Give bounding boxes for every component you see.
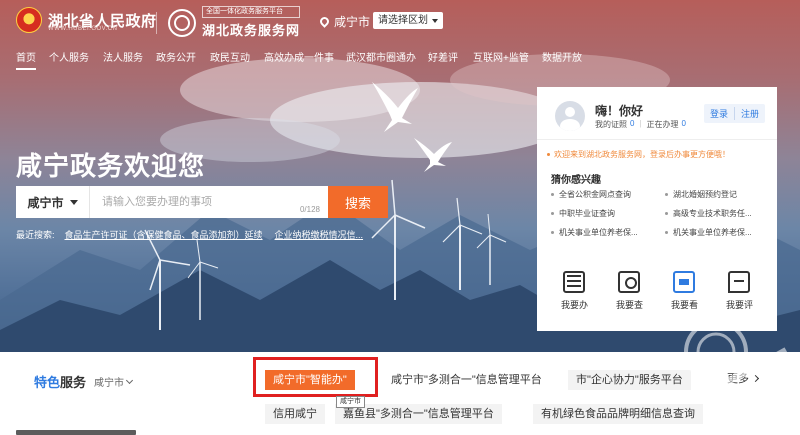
nav-supervision[interactable]: 互联网+监管 xyxy=(473,50,529,68)
quick-action-do[interactable]: 我要办 xyxy=(561,271,588,311)
services-title: 特色服务 xyxy=(34,372,86,391)
mobile-screen-icon xyxy=(673,271,696,293)
caret-down-icon xyxy=(69,199,78,205)
document-search-icon xyxy=(618,271,641,293)
interest-item[interactable]: 机关事业单位养老保... xyxy=(551,227,657,238)
service-multi-survey[interactable]: 咸宁市"多测合一"信息管理平台 xyxy=(383,370,550,390)
quick-action-see[interactable]: 我要看 xyxy=(671,271,698,311)
search-box: 0/128 xyxy=(90,186,328,218)
building-icon xyxy=(563,271,586,293)
nav-legal-person[interactable]: 法人服务 xyxy=(103,50,143,68)
nav-rating[interactable]: 好差评 xyxy=(428,50,458,68)
service-enterprise[interactable]: 市"企心协力"服务平台 xyxy=(568,370,691,390)
portal-title: 湖北政务服务网 xyxy=(202,23,301,38)
location-text: 咸宁市 xyxy=(334,15,371,29)
quick-action-label: 我要办 xyxy=(560,300,588,310)
quick-action-rate[interactable]: 我要评 xyxy=(726,271,753,311)
nav-gov-affairs[interactable]: 政务公开 xyxy=(156,50,196,68)
interest-item[interactable]: 全省公积金网点查询 xyxy=(551,189,657,200)
search-char-count: 0/128 xyxy=(299,205,320,214)
comment-icon xyxy=(728,271,751,293)
auth-buttons: 登录 注册 xyxy=(704,104,766,123)
nav-personal[interactable]: 个人服务 xyxy=(49,50,89,68)
portal-ring-icon xyxy=(168,8,196,37)
portal-logo[interactable]: 全国一体化政务服务平台 湖北政务服务网 xyxy=(168,6,301,39)
service-credit[interactable]: 信用咸宁 xyxy=(265,404,325,424)
services-city-label: 咸宁市 xyxy=(94,378,124,389)
quick-action-check[interactable]: 我要查 xyxy=(616,271,643,311)
nav-wuhan-circle[interactable]: 武汉都市圈通办 xyxy=(346,50,416,68)
avatar[interactable] xyxy=(555,101,585,131)
quick-action-label: 我要查 xyxy=(615,300,643,310)
search-city-label: 咸宁市 xyxy=(27,195,64,210)
national-emblem-icon xyxy=(16,7,42,33)
doing-count: 0 xyxy=(681,119,686,128)
interest-item[interactable]: 机关事业单位养老保... xyxy=(665,227,771,238)
doing-label[interactable]: 正在办理 xyxy=(647,119,679,130)
search-bar: 咸宁市 0/128 搜索 xyxy=(16,186,388,218)
top-bar: 湖北省人民政府 WWW.HUBEI.GOV.CN 全国一体化政务服务平台 湖北政… xyxy=(0,0,800,44)
logo-divider xyxy=(156,12,157,34)
services-title-a: 特色 xyxy=(34,375,61,390)
current-location: 咸宁市 xyxy=(318,13,371,30)
search-city-select[interactable]: 咸宁市 xyxy=(16,186,90,218)
services-title-b: 服务 xyxy=(60,375,87,390)
region-select-label: 请选择区划 xyxy=(378,15,428,26)
interest-title: 猜你感兴趣 xyxy=(551,175,601,186)
panel-divider xyxy=(537,139,777,140)
interest-item[interactable]: 中职毕业证查询 xyxy=(551,208,657,219)
notice-text: 欢迎来到湖北政务服务网，登录后办事更方便哦！ xyxy=(554,150,730,159)
search-button[interactable]: 搜索 xyxy=(328,186,388,218)
chevron-down-icon xyxy=(125,376,134,384)
login-notice: 欢迎来到湖北政务服务网，登录后办事更方便哦！ xyxy=(547,149,730,160)
hover-tooltip: 咸宁市 xyxy=(336,396,365,408)
recent-label: 最近搜索: xyxy=(16,230,55,240)
cert-count: 0 xyxy=(630,119,635,128)
recent-link[interactable]: 企业纳税缴税情况信... xyxy=(275,228,364,241)
user-stats: 我的证照 0 | 正在办理 0 xyxy=(595,119,686,130)
interest-item[interactable]: 高级专业技术职务任... xyxy=(665,208,771,219)
watermark-icon xyxy=(684,320,788,417)
portal-subtitle: 全国一体化政务服务平台 xyxy=(202,6,301,18)
region-select[interactable]: 请选择区划 xyxy=(373,12,443,29)
recent-link[interactable]: 食品生产许可证（含保健食品、食品添加剂）延续 xyxy=(65,228,263,241)
nav-interaction[interactable]: 政民互动 xyxy=(210,50,250,68)
cert-label[interactable]: 我的证照 xyxy=(595,119,627,130)
search-input[interactable] xyxy=(90,186,328,218)
interest-list: 全省公积金网点查询 湖北婚姻预约登记 中职毕业证查询 高级专业技术职务任... … xyxy=(551,189,771,238)
recent-searches: 最近搜索: 食品生产许可证（含保健食品、食品添加剂）延续 企业纳税缴税情况信..… xyxy=(16,228,375,241)
main-nav: 首页 个人服务 法人服务 政务公开 政民互动 高效办成一件事 武汉都市圈通办 好… xyxy=(0,50,800,70)
register-button[interactable]: 注册 xyxy=(735,104,765,123)
caret-down-icon xyxy=(432,18,438,23)
nav-home[interactable]: 首页 xyxy=(16,50,36,70)
user-panel: 嗨！你好 我的证照 0 | 正在办理 0 登录 注册 欢迎来到湖北政务服务网，登… xyxy=(537,87,777,331)
quick-actions: 我要办 我要查 我要看 我要评 xyxy=(547,271,767,311)
notice-dot-icon xyxy=(547,153,550,157)
next-section-title-edge xyxy=(16,430,136,435)
services-city-select[interactable]: 咸宁市 xyxy=(94,374,134,389)
highlight-box xyxy=(253,357,378,397)
location-pin-icon xyxy=(318,15,331,28)
hero-headline: 咸宁政务欢迎您 xyxy=(16,151,206,181)
nav-open-data[interactable]: 数据开放 xyxy=(542,50,582,68)
interest-item[interactable]: 湖北婚姻预约登记 xyxy=(665,189,771,200)
nav-one-thing[interactable]: 高效办成一件事 xyxy=(264,50,334,68)
stats-divider: | xyxy=(639,119,642,128)
gov-url: WWW.HUBEI.GOV.CN xyxy=(48,26,118,32)
greeting: 嗨！你好 xyxy=(595,104,644,118)
login-button[interactable]: 登录 xyxy=(704,104,734,123)
